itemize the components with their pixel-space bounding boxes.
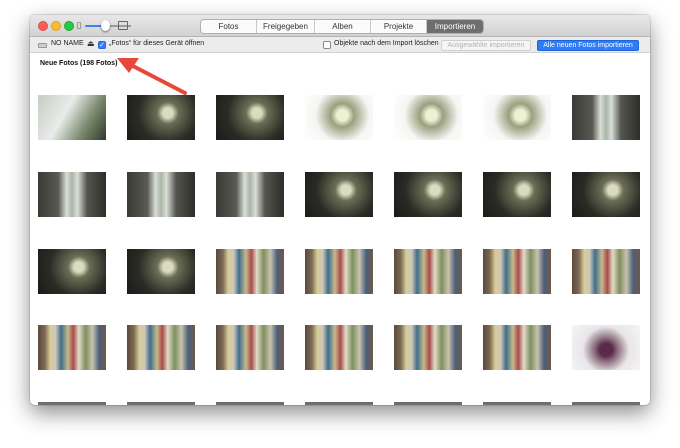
annotation-arrow — [117, 58, 187, 95]
